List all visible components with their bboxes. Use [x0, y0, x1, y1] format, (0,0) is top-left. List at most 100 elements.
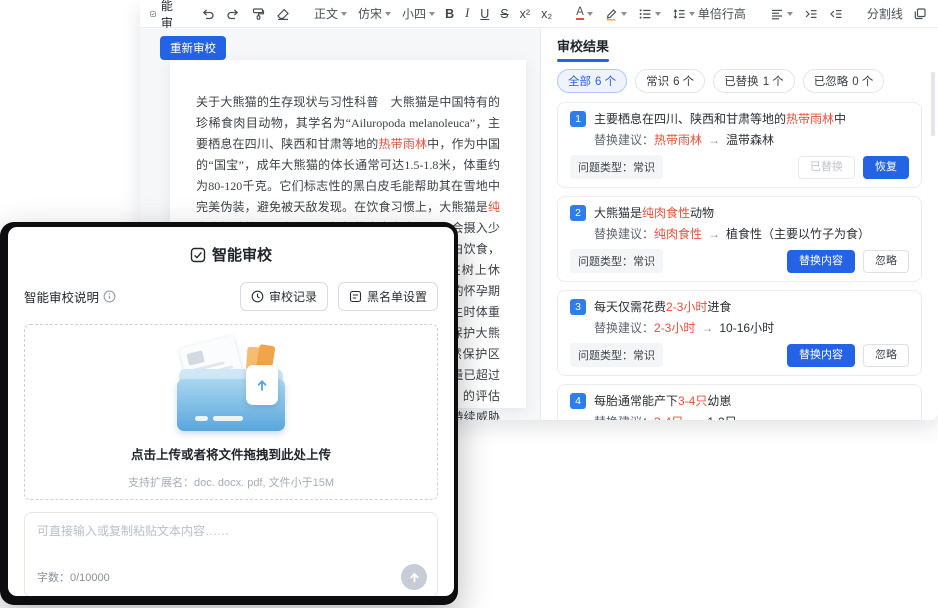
window-controls [913, 7, 938, 21]
format-painter-icon [251, 7, 265, 21]
indent-increase-icon [804, 7, 818, 21]
screen: 智能审校 正文 仿宋 小四 B I U S x² x₂ [0, 0, 938, 608]
format-painter-button[interactable] [251, 7, 265, 21]
upload-main-text: 点击上传或者将文件拖拽到此处上传 [25, 444, 437, 463]
undo-icon [201, 7, 215, 21]
issue-sentence: 每天仅需花费2-3小时进食 [594, 299, 731, 315]
insert-divider-button[interactable]: 分割线 [867, 5, 903, 22]
issue-type-chip: 问题类型：常识 [570, 343, 663, 367]
flagged-term[interactable]: 热带雨林 [378, 137, 427, 151]
filter-chip-label: 已替换 [724, 73, 759, 89]
chevron-down-icon [655, 12, 661, 16]
result-cards: 1 主要栖息在四川、陕西和甘肃等地的热带雨林中 替换建议：热带雨林→温带森林 问… [557, 102, 922, 420]
recheck-button[interactable]: 重新审校 [160, 36, 226, 60]
arrow-icon: → [689, 415, 701, 420]
filter-chip-count: 0 个 [852, 73, 873, 89]
card-primary-button[interactable]: 替换内容 [787, 250, 855, 273]
result-card: 4 每胎通常能产下3-4只幼崽 替换建议：3-4只→1-2只 问题类型：常识 替… [557, 384, 922, 420]
blacklist-icon [349, 290, 362, 303]
suggestion-row: 替换建议：2-3小时→10-16小时 [594, 321, 909, 336]
card-actions: 已替换恢复 [798, 156, 909, 179]
underline-button[interactable]: U [480, 7, 489, 21]
bold-button[interactable]: B [445, 7, 454, 21]
issue-type-chip: 问题类型：常识 [570, 155, 663, 179]
align-left-icon [770, 7, 784, 21]
strikethrough-button[interactable]: S [500, 7, 508, 21]
filter-chip-label: 全部 [568, 73, 591, 89]
card-primary-button[interactable]: 替换内容 [787, 344, 855, 367]
chevron-down-icon [429, 12, 435, 16]
filter-chip[interactable]: 全部 6 个 [557, 69, 627, 93]
chevron-down-icon [385, 12, 391, 16]
font-color-button[interactable]: A [576, 7, 593, 20]
eraser-icon [276, 7, 290, 21]
text-input-box: 字数：0/10000 [24, 512, 438, 596]
char-count: 字数：0/10000 [37, 569, 110, 585]
suggestion-original: 热带雨林 [654, 133, 702, 147]
card-actions: 替换内容忽略 [787, 344, 909, 367]
dialog-description-label: 智能审校说明 [24, 287, 99, 306]
chevron-down-icon [341, 12, 347, 16]
card-actions: 替换内容忽略 [787, 250, 909, 273]
chevron-down-icon [587, 12, 593, 16]
suggestion-label: 替换建议： [594, 133, 654, 147]
font-size-value: 小四 [402, 5, 426, 22]
result-card: 2 大熊猫是纯肉食性动物 替换建议：纯肉食性→植食性（主要以竹子为食） 问题类型… [557, 196, 922, 282]
history-group [201, 7, 290, 21]
text-input[interactable] [37, 522, 425, 562]
indent-decrease-button[interactable] [829, 7, 843, 21]
result-card: 3 每天仅需花费2-3小时进食 替换建议：2-3小时→10-16小时 问题类型：… [557, 290, 922, 376]
editor-toolbar: 智能审校 正文 仿宋 小四 B I U S x² x₂ [140, 0, 938, 28]
arrow-icon: → [708, 133, 720, 147]
dialog-logo-icon [190, 247, 206, 263]
upload-dialog-content: 智能审校 智能审校说明 审校记录 黑名单设置 [8, 227, 454, 596]
font-family-value: 仿宋 [358, 5, 382, 22]
blacklist-settings-button[interactable]: 黑名单设置 [338, 282, 438, 311]
highlight-color-button[interactable] [604, 7, 627, 21]
copy-button[interactable] [913, 7, 927, 21]
clear-format-button[interactable] [276, 7, 290, 21]
italic-button[interactable]: I [465, 6, 469, 21]
chevron-down-icon [689, 12, 695, 16]
list-icon [638, 7, 652, 21]
info-icon[interactable] [103, 290, 116, 303]
superscript-button[interactable]: x² [520, 7, 530, 21]
filter-chip[interactable]: 常识 6 个 [635, 69, 705, 93]
submit-button[interactable] [401, 564, 427, 590]
scrollbar-thumb[interactable] [931, 72, 935, 136]
review-history-button[interactable]: 审校记录 [240, 282, 328, 311]
dialog-header: 智能审校 [24, 244, 438, 265]
blacklist-settings-label: 黑名单设置 [367, 288, 427, 305]
issue-number-badge: 3 [570, 299, 586, 315]
dialog-info-row: 智能审校说明 审校记录 黑名单设置 [24, 282, 438, 311]
results-panel: 审校结果 全部 6 个 常识 6 个 已替换 1 个 已忽略 0 个 1 主要栖… [540, 28, 938, 420]
card-ignore-button[interactable]: 忽略 [863, 344, 909, 367]
card-ignore-button[interactable]: 忽略 [863, 250, 909, 273]
color-list-group: A 单倍行高 [576, 5, 746, 22]
copy-icon [913, 7, 927, 21]
align-button[interactable] [770, 7, 793, 21]
upload-dropzone[interactable]: 点击上传或者将文件拖拽到此处上传 支持扩展名：doc. docx. pdf, 文… [24, 324, 438, 500]
font-color-letter: A [576, 7, 584, 20]
paragraph-style-select[interactable]: 正文 [314, 5, 347, 22]
line-height-button[interactable]: 单倍行高 [672, 5, 746, 22]
filter-chip[interactable]: 已替换 1 个 [713, 69, 795, 93]
review-history-label: 审校记录 [269, 288, 317, 305]
list-style-button[interactable] [638, 7, 661, 21]
suggestion-original: 3-4只 [654, 415, 683, 420]
filter-chip[interactable]: 已忽略 0 个 [803, 69, 885, 93]
undo-button[interactable] [201, 7, 215, 21]
redo-button[interactable] [226, 7, 240, 21]
font-size-select[interactable]: 小四 [402, 5, 435, 22]
filter-chip-label: 常识 [646, 73, 669, 89]
result-card: 1 主要栖息在四川、陕西和甘肃等地的热带雨林中 替换建议：热带雨林→温带森林 问… [557, 102, 922, 188]
clock-icon [251, 290, 264, 303]
results-title: 审校结果 [557, 36, 609, 62]
suggestion-replacement: 温带森林 [726, 133, 774, 147]
suggestion-original: 纯肉食性 [654, 227, 702, 241]
card-primary-button[interactable]: 恢复 [863, 156, 909, 179]
subscript-button[interactable]: x₂ [541, 7, 552, 21]
font-family-select[interactable]: 仿宋 [358, 5, 391, 22]
suggestion-row: 替换建议：3-4只→1-2只 [594, 415, 909, 420]
indent-increase-button[interactable] [804, 7, 818, 21]
